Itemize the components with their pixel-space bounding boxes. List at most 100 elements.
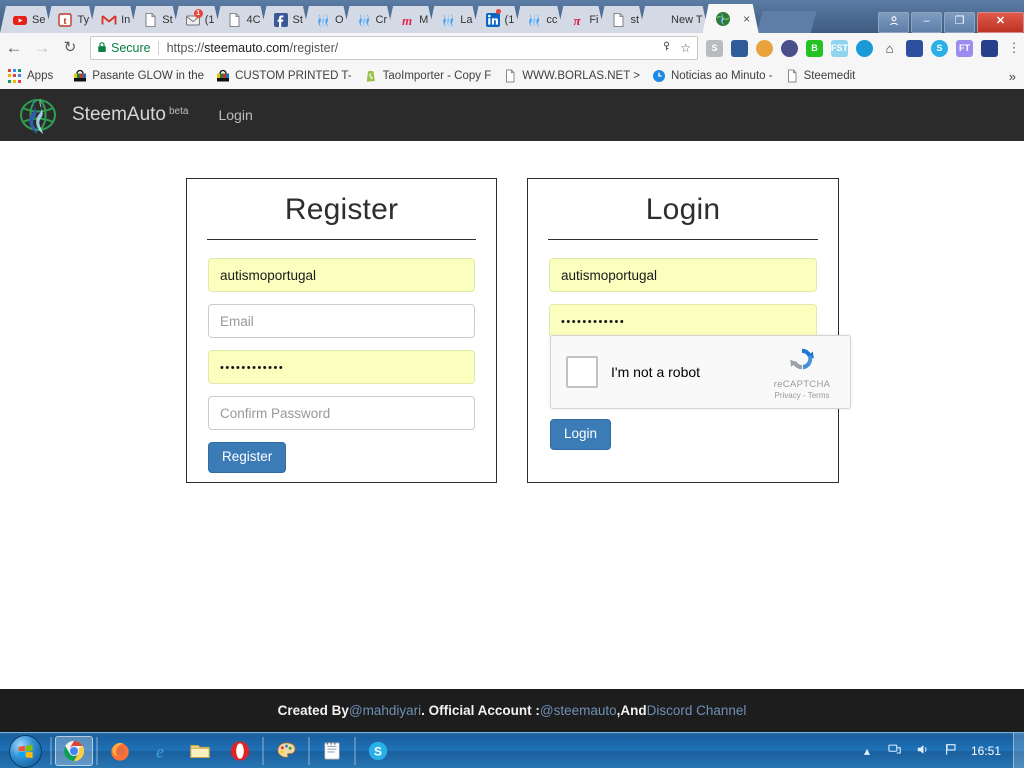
home-ext-icon[interactable]: ⌂ bbox=[881, 40, 898, 57]
tab-11[interactable]: (1 bbox=[473, 6, 521, 33]
tray-expand-icon[interactable]: ▴ bbox=[859, 744, 875, 758]
fst-ext-icon[interactable]: FST bbox=[831, 39, 848, 57]
login-password-input[interactable] bbox=[549, 304, 817, 338]
chrome-taskbar-icon[interactable] bbox=[55, 736, 93, 766]
gmail-icon bbox=[101, 12, 117, 28]
tab-0[interactable]: Se bbox=[0, 6, 51, 33]
steemauto-globe-icon bbox=[715, 11, 731, 27]
bookmark-item-3[interactable]: WWW.BORLAS.NET > bbox=[503, 69, 640, 83]
key-icon[interactable] bbox=[661, 41, 672, 55]
omnibox-icons: ☆ bbox=[653, 41, 691, 55]
tab-8[interactable]: Cr bbox=[344, 6, 394, 33]
system-tray: ▴ 16:51 bbox=[853, 733, 1024, 768]
twitter-ext-icon[interactable] bbox=[856, 39, 873, 57]
skype2-ext-icon[interactable]: S bbox=[931, 39, 948, 57]
footer-official-account-link[interactable]: @steemauto bbox=[540, 703, 617, 718]
contacts-ext-icon[interactable] bbox=[731, 39, 748, 57]
register-panel: Register Register bbox=[186, 178, 497, 483]
tab-badge: 1 bbox=[194, 9, 203, 18]
tab-close-icon[interactable]: × bbox=[741, 13, 753, 25]
network-icon[interactable] bbox=[887, 743, 903, 759]
bookmark-item-4[interactable]: Noticias ao Minuto - bbox=[652, 69, 773, 83]
steem-icon bbox=[440, 12, 456, 28]
tab-6[interactable]: St bbox=[261, 6, 309, 33]
bookmark-ext-icon[interactable] bbox=[906, 39, 923, 57]
close-window-button[interactable]: ✕ bbox=[977, 12, 1024, 33]
windows-taskbar: e S ▴ 16:51 bbox=[0, 732, 1024, 768]
tab-3[interactable]: St bbox=[130, 6, 178, 33]
address-bar[interactable]: Secure https://steemauto.com/register/ ☆ bbox=[90, 36, 698, 60]
skype-taskbar-icon[interactable]: S bbox=[359, 736, 397, 766]
recaptcha-terms-link[interactable]: Privacy - Terms bbox=[766, 391, 838, 400]
group-ext-icon[interactable] bbox=[981, 39, 998, 57]
recaptcha-checkbox[interactable] bbox=[566, 356, 598, 388]
clock-icon bbox=[652, 69, 666, 83]
user-profile-button[interactable] bbox=[878, 12, 909, 33]
notepad-taskbar-icon[interactable] bbox=[313, 736, 351, 766]
bookmark-star-icon[interactable]: ☆ bbox=[680, 41, 691, 55]
tab-2[interactable]: In bbox=[89, 6, 136, 33]
maximize-button[interactable]: ❐ bbox=[944, 12, 975, 33]
bookmark-item-5[interactable]: Steemedit bbox=[785, 69, 855, 83]
avatar-ext-icon[interactable] bbox=[781, 39, 798, 57]
register-confirm-password-input[interactable] bbox=[208, 396, 475, 430]
taskbar-divider bbox=[308, 737, 310, 765]
tab-1[interactable]: t Ty bbox=[45, 6, 95, 33]
bookmark-item-0[interactable]: Pasante GLOW in the bbox=[73, 69, 204, 83]
opera-taskbar-icon[interactable] bbox=[221, 736, 259, 766]
tab-15[interactable]: New T bbox=[639, 6, 709, 33]
taskbar-divider bbox=[50, 737, 52, 765]
tab-title: La bbox=[460, 13, 473, 26]
action-flag-icon[interactable] bbox=[943, 743, 959, 759]
back-icon[interactable]: ← bbox=[0, 33, 28, 63]
register-password-input[interactable] bbox=[208, 350, 475, 384]
svg-text:π: π bbox=[574, 13, 582, 28]
login-submit-button[interactable]: Login bbox=[550, 419, 612, 450]
reload-icon[interactable]: ↻ bbox=[56, 33, 84, 63]
register-email-input[interactable] bbox=[208, 304, 475, 338]
browser-toolbar: ← → ↻ Secure https://steemauto.com/regis… bbox=[0, 33, 1024, 63]
clock-time[interactable]: 16:51 bbox=[971, 744, 1001, 758]
explorer-taskbar-icon[interactable] bbox=[181, 736, 219, 766]
tab-4[interactable]: 1 (1 bbox=[173, 6, 221, 33]
internet-explorer-taskbar-icon[interactable]: e bbox=[141, 736, 179, 766]
tab-12[interactable]: cc bbox=[514, 6, 563, 33]
volume-icon[interactable] bbox=[915, 743, 931, 759]
new-tab-button[interactable] bbox=[757, 11, 817, 33]
bookmark-label: Pasante GLOW in the bbox=[92, 70, 205, 82]
bookmarks-overflow-icon[interactable]: » bbox=[1009, 69, 1016, 84]
brand[interactable]: SteemAuto beta bbox=[72, 104, 188, 126]
firefox-taskbar-icon[interactable] bbox=[101, 736, 139, 766]
register-submit-button[interactable]: Register bbox=[208, 442, 287, 473]
tab-9[interactable]: mM bbox=[387, 6, 434, 33]
apps-shortcut[interactable]: Apps bbox=[8, 69, 53, 83]
login-username-input[interactable] bbox=[549, 258, 817, 292]
paint-taskbar-icon[interactable] bbox=[267, 736, 305, 766]
tab-title: Se bbox=[32, 13, 46, 26]
login-title-divider bbox=[548, 239, 818, 240]
show-desktop-button[interactable] bbox=[1013, 733, 1024, 768]
bookmark-item-1[interactable]: CUSTOM PRINTED T- bbox=[216, 69, 352, 83]
chrome-menu-icon[interactable]: ⋮ bbox=[1004, 41, 1024, 54]
buffer-b-ext-icon[interactable]: B bbox=[806, 39, 823, 57]
tab-5[interactable]: 4C bbox=[214, 6, 266, 33]
tab-13[interactable]: π Fi bbox=[557, 6, 604, 33]
forward-icon[interactable]: → bbox=[28, 33, 56, 63]
bookmark-item-2[interactable]: TaoImporter - Copy F bbox=[364, 69, 491, 83]
tab-7[interactable]: O bbox=[303, 6, 350, 33]
tab-14[interactable]: st bbox=[598, 6, 645, 33]
navbar-login-link[interactable]: Login bbox=[218, 107, 252, 123]
steem-icon bbox=[356, 12, 372, 28]
footer-author-link[interactable]: @mahdiyari bbox=[349, 703, 421, 718]
ft-ext-icon[interactable]: FT bbox=[956, 39, 973, 57]
recaptcha-widget[interactable]: I'm not a robot reCAPTCHA Privacy - Term… bbox=[550, 335, 851, 409]
tab-title: St bbox=[162, 13, 173, 26]
register-username-input[interactable] bbox=[208, 258, 475, 292]
skype-ext-icon[interactable]: S bbox=[706, 39, 723, 57]
minimize-button[interactable]: – bbox=[911, 12, 942, 33]
cookie-ext-icon[interactable] bbox=[756, 39, 773, 57]
footer-discord-link[interactable]: Discord Channel bbox=[647, 703, 747, 718]
tab-active-steemauto[interactable]: × bbox=[703, 4, 759, 33]
start-button[interactable] bbox=[2, 734, 48, 768]
tab-10[interactable]: La bbox=[428, 6, 478, 33]
